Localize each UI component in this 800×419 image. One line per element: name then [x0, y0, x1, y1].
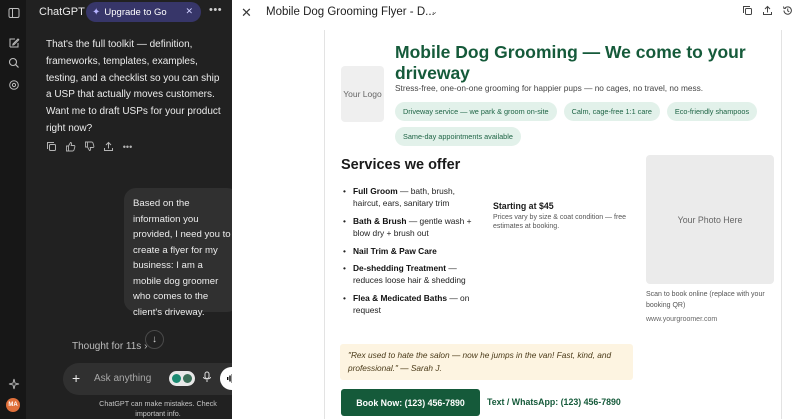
tools-toggle[interactable]	[169, 371, 195, 386]
flyer-subline: Stress-free, one-on-one grooming for hap…	[395, 83, 704, 93]
add-attachment-icon[interactable]: +	[72, 370, 80, 386]
service-name: Nail Trim & Paw Care	[353, 245, 437, 256]
disclaimer: ChatGPT can make mistakes. Check importa…	[99, 399, 217, 418]
services-list: Full Groom — bath, brush, haircut, ears,…	[341, 185, 476, 322]
avatar[interactable]: MA	[6, 398, 20, 412]
microphone-icon[interactable]	[202, 371, 212, 386]
chevron-down-icon[interactable]: ⌄	[431, 7, 438, 16]
upgrade-button[interactable]: ✦ Upgrade to Go ✕	[86, 2, 201, 22]
copy-document-icon[interactable]	[742, 5, 753, 19]
message-actions: •••	[46, 141, 133, 152]
feature-chip: Driveway service — we park & groom on-si…	[395, 102, 557, 121]
copy-icon[interactable]	[46, 141, 57, 152]
flyer: Your Logo Mobile Dog Grooming — We come …	[324, 30, 782, 419]
download-icon[interactable]	[762, 5, 773, 19]
list-item: Bath & Brush — gentle wash + blow dry + …	[341, 215, 476, 240]
list-item: Full Groom — bath, brush, haircut, ears,…	[341, 185, 476, 210]
canvas-header: ✕ Mobile Dog Grooming Flyer - D... ⌄	[232, 0, 800, 28]
share-icon[interactable]	[103, 141, 114, 152]
feature-chip: Same-day appointments available	[395, 127, 521, 146]
book-now-button: Book Now: (123) 456-7890	[341, 389, 480, 416]
search-icon[interactable]	[7, 56, 20, 69]
more-actions-icon[interactable]: •••	[122, 141, 133, 152]
document-title[interactable]: Mobile Dog Grooming Flyer - D...	[266, 6, 435, 18]
price-note: Prices vary by size & coat condition — f…	[493, 214, 627, 231]
chat-header: ChatGPT ✦ Upgrade to Go ✕ •••	[26, 0, 232, 26]
composer: + Ask anything	[63, 363, 249, 395]
tool-icon-b	[183, 374, 192, 383]
tool-icon-a	[172, 374, 181, 383]
scan-note: Scan to book online (replace with your b…	[646, 291, 765, 309]
service-name: Full Groom	[353, 186, 398, 196]
website-url: www.yourgroomer.com	[646, 316, 718, 323]
chat-pane: ChatGPT ✦ Upgrade to Go ✕ ••• That's the…	[26, 0, 249, 419]
feature-chip: Eco-friendly shampoos	[666, 102, 758, 121]
history-icon[interactable]	[782, 5, 793, 19]
service-name: Flea & Medicated Baths	[353, 292, 448, 303]
thought-label: Thought for 11s	[72, 341, 142, 352]
service-name: De-shedding Treatment	[353, 263, 447, 274]
list-item: Flea & Medicated Baths — on request	[341, 292, 476, 317]
thought-toggle[interactable]: Thought for 11s ›	[72, 341, 147, 352]
text-whatsapp-cta: Text / WhatsApp: (123) 456-7890	[487, 397, 621, 407]
sidebar-toggle-icon[interactable]	[7, 6, 20, 19]
price-title: Starting at $45	[493, 201, 554, 211]
feature-chip: Calm, cage-free 1:1 care	[563, 102, 660, 121]
upgrade-label: Upgrade to Go	[104, 6, 167, 18]
flyer-headline: Mobile Dog Grooming — We come to your dr…	[395, 42, 746, 83]
new-chat-icon[interactable]	[7, 36, 20, 49]
services-title: Services we offer	[341, 157, 461, 173]
thumbs-down-icon[interactable]	[84, 141, 95, 152]
arrow-down-icon: ↓	[152, 334, 157, 345]
sparkle-icon[interactable]	[7, 377, 20, 390]
close-canvas-icon[interactable]: ✕	[241, 5, 252, 21]
close-icon[interactable]: ✕	[185, 6, 193, 17]
photo-placeholder: Your Photo Here	[646, 155, 774, 284]
left-rail: MA	[0, 0, 26, 419]
library-icon[interactable]	[7, 78, 20, 91]
canvas-pane: ✕ Mobile Dog Grooming Flyer - D... ⌄ You…	[232, 0, 800, 419]
feature-chips: Driveway service — we park & groom on-si…	[395, 102, 775, 146]
upgrade-sparkle-icon: ✦	[92, 6, 101, 18]
testimonial: "Rex used to hate the salon — now he jum…	[340, 344, 633, 380]
model-selector[interactable]: ChatGPT	[39, 6, 85, 18]
photo-placeholder-label: Your Photo Here	[677, 214, 743, 225]
prompt-input[interactable]: Ask anything	[94, 373, 151, 384]
service-name: Bath & Brush	[353, 215, 407, 226]
assistant-message: That's the full toolkit — definition, fr…	[46, 39, 221, 134]
scroll-down-button[interactable]: ↓	[145, 330, 164, 349]
list-item: De-shedding Treatment — reduces loose ha…	[341, 262, 476, 287]
list-item: Nail Trim & Paw Care	[341, 245, 476, 258]
logo-placeholder: Your Logo	[341, 66, 384, 122]
thumbs-up-icon[interactable]	[65, 141, 76, 152]
user-message: Based on the information you provided, I…	[124, 188, 239, 318]
more-options-icon[interactable]: •••	[209, 4, 222, 16]
